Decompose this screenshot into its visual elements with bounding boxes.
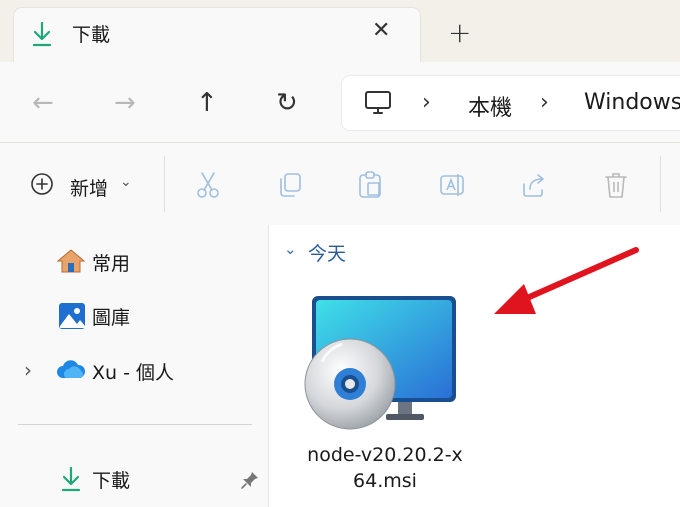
msi-installer-icon[interactable] bbox=[302, 292, 462, 432]
refresh-button[interactable]: ↻ bbox=[276, 88, 298, 118]
pin-icon[interactable] bbox=[240, 470, 260, 490]
new-button-label: 新增 bbox=[70, 178, 109, 200]
cloud-icon bbox=[57, 360, 86, 378]
breadcrumb-separator: › bbox=[540, 90, 549, 115]
computer-icon bbox=[365, 91, 391, 114]
file-name-line-2: 64.msi bbox=[353, 470, 417, 492]
download-icon bbox=[32, 21, 52, 47]
annotation-arrow bbox=[494, 247, 639, 314]
gallery-icon bbox=[59, 303, 85, 329]
tab-title: 下載 bbox=[72, 24, 111, 46]
forward-button[interactable]: → bbox=[114, 88, 136, 118]
cut-icon[interactable] bbox=[194, 170, 222, 200]
chevron-down-icon: ⌄ bbox=[120, 174, 132, 190]
close-tab-button[interactable]: ✕ bbox=[372, 18, 390, 43]
toolbar-divider bbox=[164, 156, 165, 212]
breadcrumb-this-pc[interactable]: 本機 bbox=[468, 90, 512, 122]
sidebar-item-home[interactable]: 常用 bbox=[92, 249, 130, 276]
new-tab-button[interactable]: + bbox=[448, 16, 471, 49]
chevron-right-icon[interactable]: › bbox=[24, 358, 32, 382]
back-button[interactable]: ← bbox=[32, 88, 54, 118]
chevron-down-icon[interactable]: ⌄ bbox=[284, 240, 297, 258]
file-name[interactable]: node-v20.20.2-x 64.msi bbox=[300, 442, 470, 494]
breadcrumb-separator: › bbox=[422, 90, 431, 115]
file-name-line-1: node-v20.20.2-x bbox=[307, 444, 463, 466]
download-icon bbox=[61, 466, 81, 492]
toolbar-divider bbox=[660, 156, 661, 212]
sidebar-item-gallery[interactable]: 圖庫 bbox=[92, 303, 130, 330]
delete-icon[interactable] bbox=[602, 170, 630, 200]
share-icon[interactable] bbox=[520, 170, 548, 200]
paste-icon[interactable] bbox=[356, 170, 384, 200]
plus-circle-icon bbox=[31, 173, 53, 195]
group-header-today[interactable]: 今天 bbox=[308, 239, 346, 266]
rename-icon[interactable] bbox=[438, 170, 466, 200]
home-icon bbox=[56, 249, 86, 273]
pane-divider bbox=[18, 424, 252, 425]
sidebar-item-onedrive[interactable]: Xu - 個人 bbox=[92, 358, 174, 385]
up-button[interactable]: ↑ bbox=[196, 88, 218, 118]
sidebar-item-downloads[interactable]: 下載 bbox=[92, 466, 130, 493]
breadcrumb-windows[interactable]: Windows bbox=[584, 90, 680, 115]
copy-icon[interactable] bbox=[276, 170, 304, 200]
